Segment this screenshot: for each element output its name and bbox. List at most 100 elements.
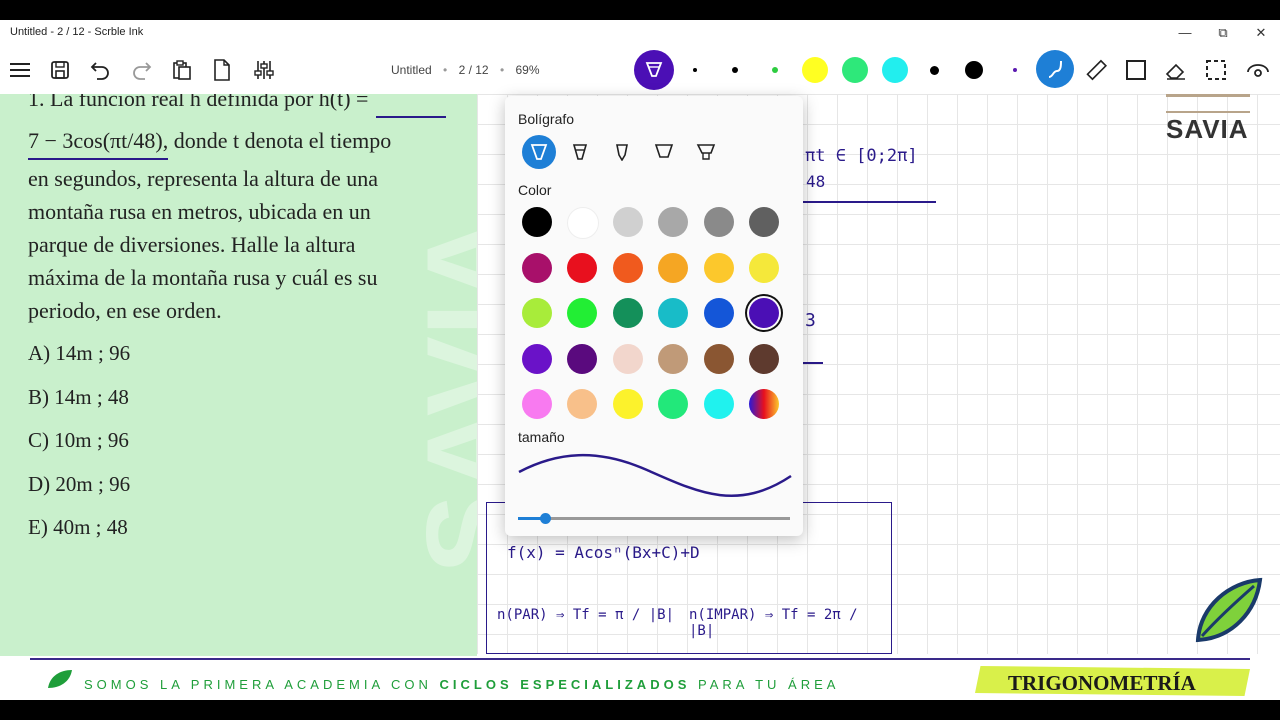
size-slider-track[interactable] [518, 513, 790, 524]
color-swatch[interactable] [522, 252, 552, 283]
footer-banner: SOMOS LA PRIMERA ACADEMIA CON CICLOS ESP… [0, 656, 1280, 700]
question-line-4: montaña rusa en metros, ubicada en un [28, 199, 371, 224]
color-swatch[interactable] [612, 298, 643, 328]
subject-title: TRIGONOMETRÍA [1008, 671, 1196, 695]
color-dot-cyan[interactable] [882, 57, 908, 83]
color-swatch[interactable] [567, 298, 598, 328]
color-swatch[interactable] [658, 207, 689, 237]
size-slider-thumb[interactable] [540, 513, 552, 524]
color-swatch[interactable] [612, 343, 643, 374]
color-swatch[interactable] [658, 343, 689, 374]
color-swatch[interactable] [703, 298, 734, 328]
handwritten-line-1: πt ∈ [0;2π] [805, 146, 918, 166]
highlighter-pen-icon [696, 144, 716, 160]
document-info: Untitled • 2 / 12 • 69% [391, 63, 540, 77]
pen-type-calligraphy[interactable] [605, 135, 639, 169]
color-swatch[interactable] [522, 298, 552, 328]
minimize-button[interactable]: — [1170, 23, 1200, 43]
calligraphy-pen-icon [616, 144, 628, 161]
color-dot-black-xs[interactable] [693, 68, 697, 72]
formula-par: n(PAR) ⇒ Tf = π / |B| [497, 607, 675, 623]
pen-type-marker[interactable] [647, 135, 681, 169]
ruler-icon[interactable] [1082, 56, 1110, 84]
color-swatch[interactable] [703, 389, 734, 419]
color-swatch[interactable] [658, 389, 689, 419]
color-swatch[interactable] [522, 389, 552, 419]
underline-2 [28, 158, 168, 160]
menu-icon[interactable] [6, 56, 34, 84]
color-swatch[interactable] [749, 252, 779, 283]
color-dot-black-l[interactable] [965, 61, 983, 79]
color-swatch[interactable] [749, 389, 779, 419]
color-swatch[interactable] [567, 343, 598, 374]
formula-general: f(x) = Acosⁿ(Bx+C)+D [507, 543, 700, 562]
highlighter-button[interactable] [1036, 50, 1074, 88]
eraser-icon[interactable] [1162, 56, 1190, 84]
handwritten-fragment: 3 [805, 310, 816, 331]
zoom-level[interactable]: 69% [516, 63, 540, 77]
ballpoint-pen-icon [530, 144, 548, 160]
handwritten-line-2: 48 [806, 172, 826, 191]
underline-1 [376, 116, 446, 118]
color-swatch[interactable] [749, 298, 779, 328]
color-dot-yellow[interactable] [802, 57, 828, 83]
option-a: A) 14m ; 96 [28, 341, 131, 365]
save-icon[interactable] [46, 56, 74, 84]
color-dot-black-s[interactable] [732, 67, 738, 73]
handwritten-rule [800, 201, 936, 203]
view-icon[interactable] [1244, 56, 1272, 84]
color-swatch[interactable] [703, 207, 734, 237]
option-d: D) 20m ; 96 [28, 472, 131, 496]
highlighter-squiggle-icon [1048, 60, 1062, 78]
pen-type-fountain[interactable] [563, 135, 597, 169]
active-pen-button[interactable] [634, 50, 674, 90]
color-swatch[interactable] [612, 389, 643, 419]
title-bar: Untitled - 2 / 12 - Scrble Ink — ⧉ ✕ [0, 20, 1280, 46]
close-button[interactable]: ✕ [1246, 23, 1276, 43]
question-line-3: en segundos, representa la altura de una [28, 166, 379, 191]
color-swatch[interactable] [658, 298, 689, 328]
color-swatch[interactable] [522, 207, 552, 237]
color-swatch[interactable] [567, 207, 600, 239]
pen-type-ballpoint[interactable] [522, 135, 556, 169]
page-indicator[interactable]: 2 / 12 [459, 63, 489, 77]
stroke-preview [518, 454, 792, 498]
document-name: Untitled [391, 63, 432, 77]
handwritten-dash [803, 362, 823, 364]
color-swatch[interactable] [749, 343, 779, 374]
footer-slogan-suffix: PARA TU ÁREA [690, 677, 840, 692]
color-swatch[interactable] [703, 343, 734, 374]
page-icon[interactable] [208, 56, 236, 84]
color-swatch[interactable] [612, 252, 643, 283]
color-dot-green-s[interactable] [772, 67, 778, 73]
clipboard-icon[interactable] [168, 56, 196, 84]
redo-icon[interactable] [128, 56, 156, 84]
formula-impar: n(IMPAR) ⇒ Tf = 2π / |B| [689, 607, 858, 639]
footer-slogan-bold: CICLOS ESPECIALIZADOS [439, 677, 691, 692]
fountain-pen-icon [572, 144, 588, 160]
color-swatch[interactable] [612, 207, 643, 237]
option-e: E) 40m ; 48 [28, 515, 128, 539]
color-swatch[interactable] [567, 252, 598, 283]
toolbar: Untitled • 2 / 12 • 69% [0, 46, 1280, 94]
restore-button[interactable]: ⧉ [1208, 23, 1238, 43]
option-c: C) 10m ; 96 [28, 428, 129, 452]
color-dot-green[interactable] [842, 57, 868, 83]
color-dot-purple-xs[interactable] [1013, 68, 1017, 72]
color-swatch[interactable] [658, 252, 689, 283]
color-dot-black-m[interactable] [930, 66, 939, 75]
shape-square-icon[interactable] [1122, 56, 1150, 84]
question-line-6: máxima de la montaña rusa y cuál es su [28, 265, 378, 290]
window-title: Untitled - 2 / 12 - Scrble Ink [10, 26, 144, 38]
pen-settings-popup: Bolígrafo Color tamaño [505, 96, 803, 536]
pen-type-highlighter[interactable] [689, 135, 723, 169]
color-swatch[interactable] [522, 343, 552, 374]
settings-sliders-icon[interactable] [250, 56, 278, 84]
leaf-logo-icon [1195, 577, 1263, 643]
lasso-select-icon[interactable] [1202, 56, 1230, 84]
color-swatch[interactable] [703, 252, 734, 283]
color-swatch[interactable] [567, 389, 598, 419]
color-swatch[interactable] [749, 207, 779, 237]
undo-icon[interactable] [86, 56, 114, 84]
question-line-1: 1. La función real h definida por h(t) = [28, 94, 369, 111]
